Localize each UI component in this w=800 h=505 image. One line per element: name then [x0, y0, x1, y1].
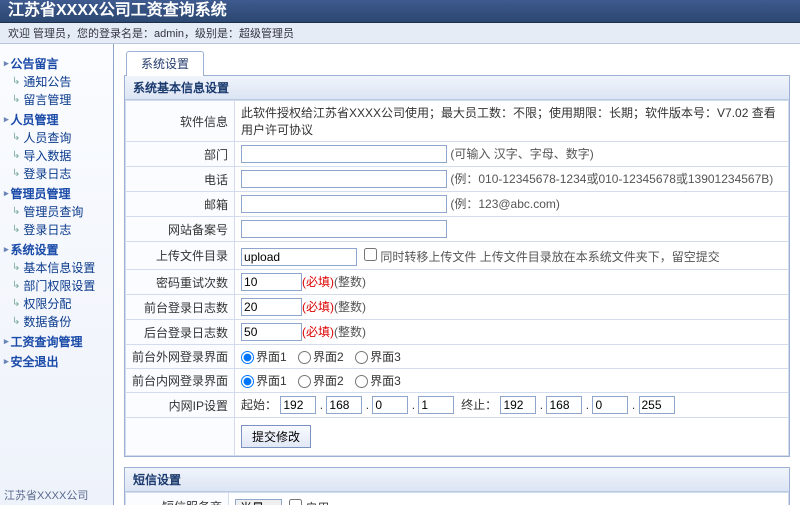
label-frontlog: 前台登录日志数: [126, 295, 235, 320]
hint-mail: (例：123@abc.com): [450, 197, 560, 211]
tab-system-settings[interactable]: 系统设置: [126, 51, 204, 76]
radio-group-front-out: 界面1 界面2 界面3: [235, 345, 789, 369]
sidebar-item-3-2[interactable]: 权限分配: [12, 295, 109, 312]
label-backlog: 后台登录日志数: [126, 320, 235, 345]
input-dept[interactable]: [241, 145, 447, 163]
radio-front-out-1[interactable]: [241, 351, 254, 364]
sidebar-section-2[interactable]: 管理员管理: [4, 185, 109, 202]
sidebar-item-2-0[interactable]: 管理员查询: [12, 203, 109, 220]
submit-button[interactable]: 提交修改: [241, 425, 311, 448]
label-tel: 电话: [126, 167, 235, 192]
value-software-info: 此软件授权给江苏省XXXX公司使用；最大员工数：不限；使用期限：长期；软件版本号…: [235, 101, 789, 142]
sidebar-item-3-0[interactable]: 基本信息设置: [12, 259, 109, 276]
radio-front-out-3[interactable]: [355, 351, 368, 364]
input-ip-b[interactable]: [326, 396, 362, 414]
input-ip-c[interactable]: [372, 396, 408, 414]
sidebar-item-1-0[interactable]: 人员查询: [12, 129, 109, 146]
hint-upload: 同时转移上传文件 上传文件目录放在本系统文件夹下，留空提交: [380, 250, 719, 264]
required-backlog: (必填): [302, 325, 334, 339]
sidebar-section-3[interactable]: 系统设置: [4, 241, 109, 258]
sidebar-section-5[interactable]: 安全退出: [4, 353, 109, 370]
input-mail[interactable]: [241, 195, 447, 213]
hint-tel: (例：010-12345678-1234或010-12345678或139012…: [450, 172, 773, 186]
label-front-in: 前台内网登录界面: [126, 369, 235, 393]
welcome-bar: 欢迎 管理员，您的登录名是：admin，级别是：超级管理员: [0, 23, 800, 44]
checkbox-move-upload[interactable]: [364, 248, 377, 261]
input-ip-e[interactable]: [500, 396, 536, 414]
label-upload: 上传文件目录: [126, 242, 235, 270]
hint-retry: (整数): [334, 275, 366, 289]
label-front-out: 前台外网登录界面: [126, 345, 235, 369]
input-icp[interactable]: [241, 220, 447, 238]
input-ip-d[interactable]: [418, 396, 454, 414]
input-tel[interactable]: [241, 170, 447, 188]
sidebar-item-0-1[interactable]: 留言管理: [12, 91, 109, 108]
panel-basic-info: 系统基本信息设置 软件信息 此软件授权给江苏省XXXX公司使用；最大员工数：不限…: [124, 75, 790, 457]
panel-basic-info-title: 系统基本信息设置: [125, 76, 789, 100]
sidebar-section-0[interactable]: 公告留言: [4, 55, 109, 72]
label-retry: 密码重试次数: [126, 270, 235, 295]
sidebar: 公告留言通知公告留言管理人员管理人员查询导入数据登录日志管理员管理管理员查询登录…: [0, 44, 113, 505]
input-retry[interactable]: [241, 273, 302, 291]
main-content: 系统设置 系统基本信息设置 软件信息 此软件授权给江苏省XXXX公司使用；最大员…: [113, 44, 800, 505]
sidebar-item-0-0[interactable]: 通知公告: [12, 73, 109, 90]
sidebar-section-4[interactable]: 工资查询管理: [4, 333, 109, 350]
label-icp: 网站备案号: [126, 217, 235, 242]
radio-front-in-1[interactable]: [241, 375, 254, 388]
input-backlog[interactable]: [241, 323, 302, 341]
label-ip: 内网IP设置: [126, 393, 235, 418]
hint-dept: (可输入 汉字、字母、数字): [450, 147, 593, 161]
sidebar-section-1[interactable]: 人员管理: [4, 111, 109, 128]
sidebar-item-1-1[interactable]: 导入数据: [12, 147, 109, 164]
input-ip-h[interactable]: [639, 396, 675, 414]
sidebar-item-3-3[interactable]: 数据备份: [12, 313, 109, 330]
input-ip-f[interactable]: [546, 396, 582, 414]
sidebar-item-2-1[interactable]: 登录日志: [12, 221, 109, 238]
sidebar-item-1-2[interactable]: 登录日志: [12, 165, 109, 182]
hint-backlog: (整数): [334, 325, 366, 339]
input-ip-a[interactable]: [280, 396, 316, 414]
input-upload[interactable]: [241, 248, 357, 266]
checkbox-enable-sms[interactable]: [289, 499, 302, 505]
radio-front-in-2[interactable]: [298, 375, 311, 388]
label-mail: 邮箱: [126, 192, 235, 217]
select-provider[interactable]: 尚景: [235, 499, 282, 505]
required-frontlog: (必填): [302, 300, 334, 314]
label-provider: 短信服务商: [126, 493, 229, 505]
tab-bar: 系统设置: [126, 50, 800, 75]
radio-front-out-2[interactable]: [298, 351, 311, 364]
label-software-info: 软件信息: [126, 101, 235, 142]
ip-row: 起始： . . . 终止： . . .: [235, 393, 789, 418]
input-ip-g[interactable]: [592, 396, 628, 414]
radio-group-front-in: 界面1 界面2 界面3: [235, 369, 789, 393]
required-retry: (必填): [302, 275, 334, 289]
hint-frontlog: (整数): [334, 300, 366, 314]
app-title: 江苏省XXXX公司工资查询系统: [8, 2, 792, 20]
panel-sms: 短信设置 短信服务商 尚景 启用 账号 （请填入少于100个字符） 密码 （请填…: [124, 467, 790, 505]
app-header: 江苏省XXXX公司工资查询系统: [0, 0, 800, 23]
panel-sms-title: 短信设置: [125, 468, 789, 492]
footer-copy: 江苏省XXXX公司: [4, 487, 88, 503]
radio-front-in-3[interactable]: [355, 375, 368, 388]
input-frontlog[interactable]: [241, 298, 302, 316]
label-dept: 部门: [126, 142, 235, 167]
sidebar-item-3-1[interactable]: 部门权限设置: [12, 277, 109, 294]
